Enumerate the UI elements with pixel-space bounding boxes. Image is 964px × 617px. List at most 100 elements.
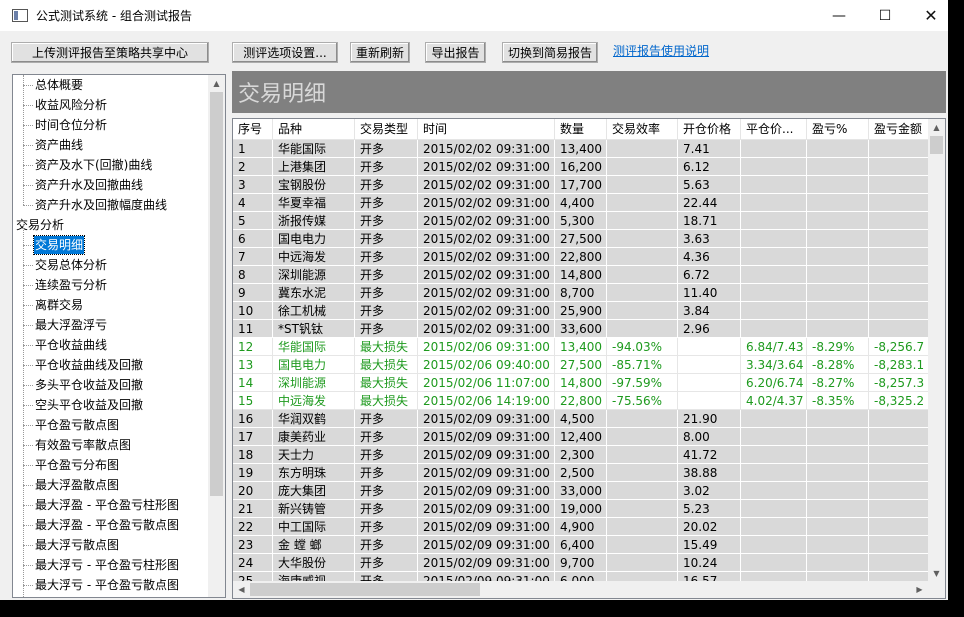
table-horizontal-scrollbar[interactable]: ◀ ▶ [233, 581, 945, 598]
table-cell [741, 410, 807, 428]
table-cell: -8,325.2 [869, 392, 930, 410]
upload-report-button[interactable]: 上传测评报告至策略共享中心 [11, 42, 209, 63]
table-vertical-scrollbar[interactable]: ▲ ▼ [928, 119, 945, 582]
column-header[interactable]: 数量 [555, 119, 607, 140]
table-cell: 17,700 [555, 176, 607, 194]
tree-item-label: 空头平仓收益及回撤 [35, 398, 144, 412]
table-cell: 华能国际 [273, 338, 355, 356]
table-row[interactable]: 15 中远海发 最大损失 2015/02/06 14:19:00 22,800 -75.5… [233, 392, 930, 410]
table-cell [869, 428, 930, 446]
table-cell: 9 [233, 284, 273, 302]
report-help-link[interactable]: 测评报告使用说明 [613, 42, 709, 59]
table-row[interactable]: 11 *ST钒钛 开多 2015/02/02 09:31:00 33,600 2.96 [233, 320, 930, 338]
column-header[interactable]: 交易效率 [607, 119, 678, 140]
table-cell: 开多 [355, 536, 418, 554]
tree-item-label: 收益风险分析 [35, 98, 108, 112]
table-cell: 27,500 [555, 230, 607, 248]
table-row[interactable]: 9 冀东水泥 开多 2015/02/02 09:31:00 8,700 11.40 [233, 284, 930, 302]
minimize-icon[interactable]: — [816, 0, 862, 31]
table-cell: 3.63 [678, 230, 741, 248]
table-cell: 华能国际 [273, 140, 355, 158]
table-cell: 开多 [355, 554, 418, 572]
table-cell [741, 176, 807, 194]
table-row[interactable]: 22 中工国际 开多 2015/02/09 09:31:00 4,900 20.02 [233, 518, 930, 536]
table-v-scroll-thumb[interactable] [930, 136, 943, 154]
tree-connector [23, 125, 33, 126]
tree-scroll-thumb[interactable] [210, 92, 223, 496]
tree-scrollbar[interactable]: ▲ [208, 75, 225, 597]
scroll-right-icon[interactable]: ▶ [911, 581, 928, 598]
column-header[interactable]: 品种 [273, 119, 355, 140]
table-cell: 2015/02/02 09:31:00 [418, 212, 555, 230]
close-icon[interactable]: ✕ [908, 0, 948, 31]
table-row[interactable]: 2 上港集团 开多 2015/02/02 09:31:00 16,200 6.12 [233, 158, 930, 176]
table-row[interactable]: 13 国电电力 最大损失 2015/02/06 09:40:00 27,500 -85.7… [233, 356, 930, 374]
table-row[interactable]: 20 庞大集团 开多 2015/02/09 09:31:00 33,000 3.02 [233, 482, 930, 500]
table-row[interactable]: 6 国电电力 开多 2015/02/02 09:31:00 27,500 3.63 [233, 230, 930, 248]
export-report-button[interactable]: 导出报告 [425, 42, 486, 63]
table-cell: 24 [233, 554, 273, 572]
column-header[interactable]: 盈亏金额 [869, 119, 930, 140]
table-cell: 开多 [355, 320, 418, 338]
column-header[interactable]: 交易类型 [355, 119, 418, 140]
table-cell: 2015/02/09 09:31:00 [418, 554, 555, 572]
table-cell: 开多 [355, 446, 418, 464]
tree-item-label: 平仓盈亏分布图 [35, 458, 120, 472]
table-row[interactable]: 21 新兴铸管 开多 2015/02/09 09:31:00 19,000 5.23 [233, 500, 930, 518]
table-row[interactable]: 19 东方明珠 开多 2015/02/09 09:31:00 2,500 38.88 [233, 464, 930, 482]
column-header[interactable]: 盈亏% [807, 119, 869, 140]
table-cell [741, 446, 807, 464]
table-row[interactable]: 10 徐工机械 开多 2015/02/02 09:31:00 25,900 3.84 [233, 302, 930, 320]
table-row[interactable]: 12 华能国际 最大损失 2015/02/06 09:31:00 13,400 -94.0… [233, 338, 930, 356]
table-cell [678, 392, 741, 410]
report-tree[interactable]: 总体概要 收益风险分析 时间仓位分析 资产曲线 资产及水下(回撤)曲线 资产升水及回撤曲线… [12, 74, 226, 598]
maximize-icon[interactable]: ☐ [862, 0, 908, 31]
table-cell [807, 248, 869, 266]
table-row[interactable]: 3 宝钢股份 开多 2015/02/02 09:31:00 17,700 5.63 [233, 176, 930, 194]
table-row[interactable]: 16 华润双鹤 开多 2015/02/09 09:31:00 4,500 21.90 [233, 410, 930, 428]
table-row[interactable]: 7 中远海发 开多 2015/02/02 09:31:00 22,800 4.36 [233, 248, 930, 266]
table-cell: 2015/02/09 09:31:00 [418, 428, 555, 446]
table-row[interactable]: 18 天士力 开多 2015/02/09 09:31:00 2,300 41.72 [233, 446, 930, 464]
table-cell: 2015/02/06 14:19:00 [418, 392, 555, 410]
table-row[interactable]: 23 金 螳 螂开多 2015/02/09 09:31:00 6,400 15.49 [233, 536, 930, 554]
table-cell: 2015/02/02 09:31:00 [418, 266, 555, 284]
test-options-button[interactable]: 测评选项设置... [232, 42, 338, 63]
table-row[interactable]: 17 康美药业 开多 2015/02/09 09:31:00 12,400 8.00 [233, 428, 930, 446]
table-row[interactable]: 24 大华股份 开多 2015/02/09 09:31:00 9,700 10.24 [233, 554, 930, 572]
table-cell [607, 212, 678, 230]
table-cell: 2015/02/02 09:31:00 [418, 158, 555, 176]
tree-connector [23, 585, 33, 586]
table-row[interactable]: 1 华能国际 开多 2015/02/02 09:31:00 13,400 7.41 [233, 140, 930, 158]
table-h-scroll-thumb[interactable] [250, 583, 480, 596]
tree-item-label: 时间仓位分析 [35, 118, 108, 132]
tree-item-label: 平仓收益曲线 [35, 338, 108, 352]
app-window: 公式测试系统 - 组合测试报告 — ☐ ✕ 上传测评报告至策略共享中心 测评选项… [0, 0, 948, 600]
table-cell: 25,900 [555, 302, 607, 320]
table-row[interactable]: 14 深圳能源 最大损失 2015/02/06 11:07:00 14,800 -97.5… [233, 374, 930, 392]
column-header[interactable]: 序号 [233, 119, 273, 140]
table-cell: 开多 [355, 302, 418, 320]
switch-simple-report-button[interactable]: 切换到简易报告 [502, 42, 598, 63]
title-bar[interactable]: 公式测试系统 - 组合测试报告 — ☐ ✕ [0, 0, 948, 31]
table-row[interactable]: 4 华夏幸福 开多 2015/02/02 09:31:00 4,400 22.44 [233, 194, 930, 212]
table-cell [607, 554, 678, 572]
table-cell: 大华股份 [273, 554, 355, 572]
column-header[interactable]: 开仓价格 [678, 119, 741, 140]
refresh-button[interactable]: 重新刷新 [350, 42, 410, 63]
column-header[interactable]: 时间 [418, 119, 555, 140]
table-row[interactable]: 5 浙报传媒 开多 2015/02/02 09:31:00 5,300 18.71 [233, 212, 930, 230]
tree-item-label: 多头平仓收益及回撤 [35, 378, 144, 392]
table-cell [807, 230, 869, 248]
table-cell: 6.20/6.74 [741, 374, 807, 392]
table-cell [741, 248, 807, 266]
table-cell: 6.84/7.43 [741, 338, 807, 356]
scroll-left-icon[interactable]: ◀ [233, 581, 250, 598]
tree-connector [23, 205, 33, 206]
scroll-up-icon[interactable]: ▲ [208, 75, 225, 92]
scroll-down-icon[interactable]: ▼ [928, 565, 945, 582]
scroll-up-icon[interactable]: ▲ [928, 119, 945, 136]
table-row[interactable]: 8 深圳能源 开多 2015/02/02 09:31:00 14,800 6.72 [233, 266, 930, 284]
column-header[interactable]: 平仓价... [741, 119, 807, 140]
table-cell: 6.72 [678, 266, 741, 284]
